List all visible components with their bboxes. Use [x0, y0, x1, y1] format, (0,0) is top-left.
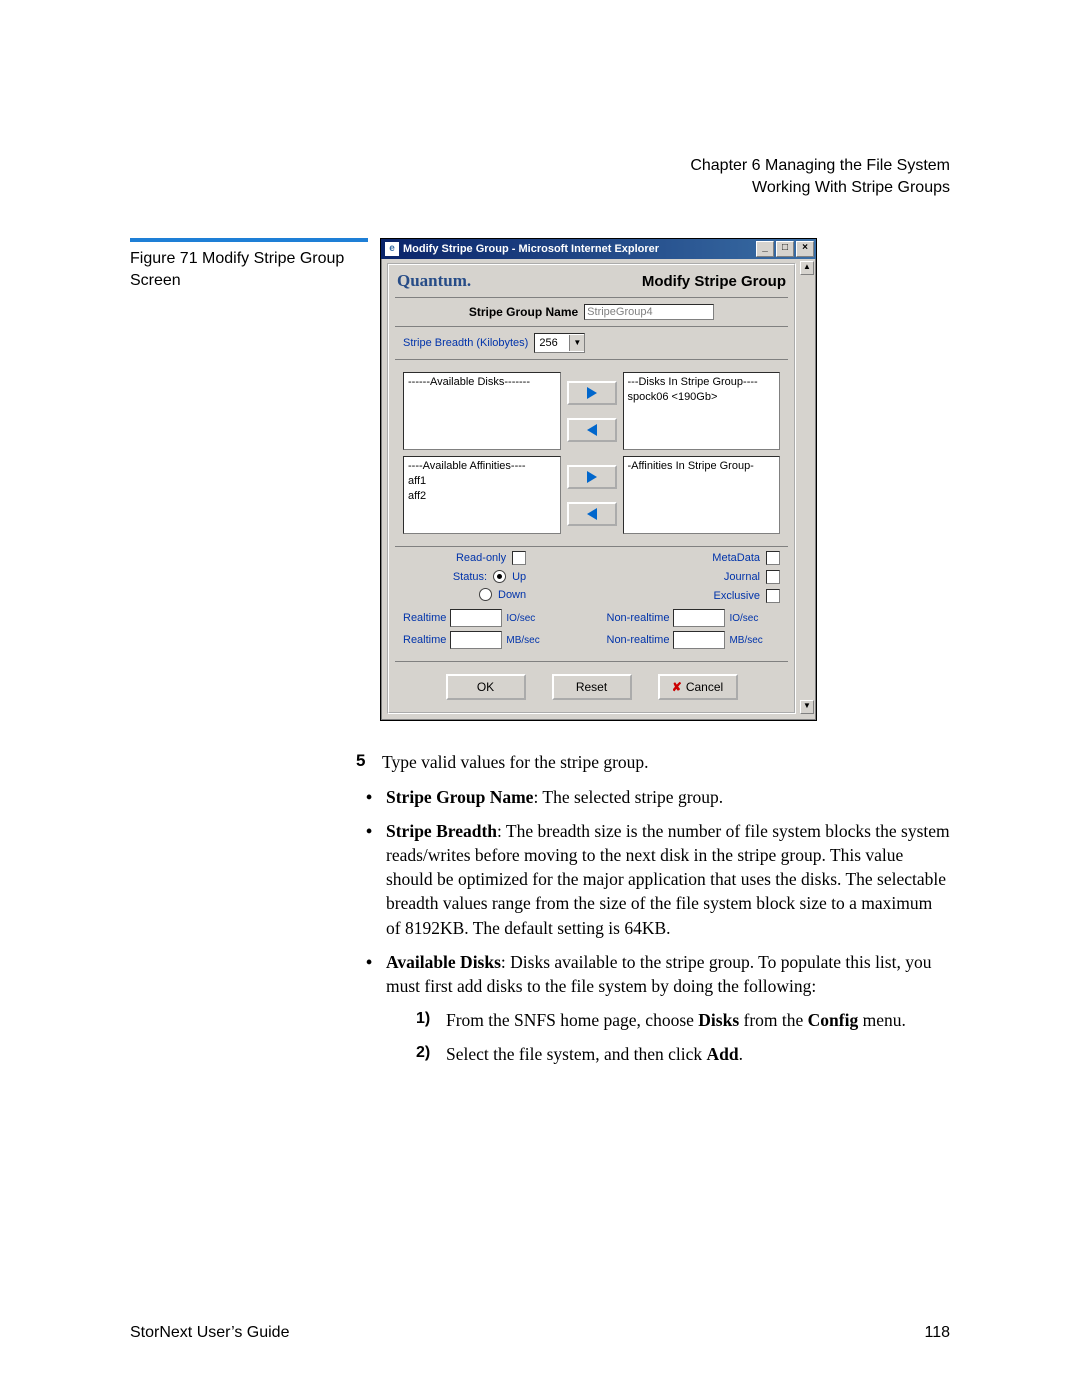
add-disk-button[interactable]: [567, 381, 617, 405]
nonrealtime-mb-label: Non-realtime: [607, 634, 670, 646]
substep-1: 1) From the SNFS home page, choose Disks…: [416, 1008, 950, 1032]
figure-caption: Figure 71 Modify Stripe Group Screen: [130, 248, 368, 291]
journal-label: Journal: [690, 571, 760, 583]
realtime-io-label: Realtime: [403, 612, 446, 624]
arrow-left-icon: [587, 424, 597, 436]
stripe-affinities-list[interactable]: -Affinities In Stripe Group-: [623, 456, 781, 534]
metadata-checkbox[interactable]: [766, 551, 780, 565]
substep-2: 2) Select the file system, and then clic…: [416, 1042, 950, 1066]
figure-rule: [130, 238, 368, 242]
footer-guide-name: StorNext User’s Guide: [130, 1324, 289, 1342]
nonrealtime-mbsec-input[interactable]: [673, 631, 725, 649]
available-affinities-header: ----Available Affinities----: [408, 459, 556, 474]
up-label: Up: [512, 571, 526, 583]
stripe-affinities-header: -Affinities In Stripe Group-: [628, 459, 776, 474]
reset-button[interactable]: Reset: [552, 674, 632, 700]
instruction-list: 5 Type valid values for the stripe group…: [356, 751, 950, 1066]
available-disks-header: ------Available Disks-------: [408, 375, 556, 390]
step-number-5: 5: [356, 751, 368, 775]
down-label: Down: [498, 589, 526, 601]
realtime-mb-label: Realtime: [403, 634, 446, 646]
section-title: Working With Stripe Groups: [130, 177, 950, 199]
breadth-select[interactable]: 256 ▼: [534, 333, 585, 353]
bullet-available-disks: Available Disks: Disks available to the …: [356, 950, 950, 1067]
available-affinities-list[interactable]: ----Available Affinities---- aff1 aff2: [403, 456, 561, 534]
breadth-label: Stripe Breadth (Kilobytes): [403, 337, 528, 349]
list-item[interactable]: aff2: [408, 489, 556, 504]
bullet-stripe-breadth: Stripe Breadth: The breadth size is the …: [356, 819, 950, 940]
list-item[interactable]: spock06 <190Gb>: [628, 390, 776, 405]
close-button[interactable]: ×: [796, 241, 814, 257]
exclusive-checkbox[interactable]: [766, 589, 780, 603]
ie-icon: e: [385, 242, 399, 256]
mbsec-unit: MB/sec: [729, 635, 762, 646]
step-text-5: Type valid values for the stripe group.: [382, 751, 649, 775]
page-number: 118: [924, 1324, 950, 1342]
readonly-checkbox[interactable]: [512, 551, 526, 565]
nonrealtime-iosec-input[interactable]: [673, 609, 725, 627]
quantum-logo: Quantum.: [397, 271, 471, 291]
arrow-right-icon: [587, 471, 597, 483]
status-up-radio[interactable]: [493, 570, 506, 583]
chapter-title: Chapter 6 Managing the File System: [130, 155, 950, 177]
list-item[interactable]: aff1: [408, 474, 556, 489]
readonly-label: Read-only: [436, 552, 506, 564]
ok-button[interactable]: OK: [446, 674, 526, 700]
name-label: Stripe Group Name: [469, 305, 578, 319]
remove-disk-button[interactable]: [567, 418, 617, 442]
disks-transfer: ------Available Disks------- ---Disks In…: [403, 372, 780, 450]
stripe-group-name-input[interactable]: [584, 304, 714, 320]
arrow-right-icon: [587, 387, 597, 399]
arrow-left-icon: [587, 508, 597, 520]
page-header: Chapter 6 Managing the File System Worki…: [130, 155, 950, 198]
metadata-label: MetaData: [690, 552, 760, 564]
iosec-unit: IO/sec: [506, 613, 535, 624]
available-disks-list[interactable]: ------Available Disks-------: [403, 372, 561, 450]
close-icon: ✘: [672, 680, 682, 694]
ie-window: e Modify Stripe Group - Microsoft Intern…: [380, 238, 817, 721]
realtime-mbsec-input[interactable]: [450, 631, 502, 649]
bullet-stripe-group-name: Stripe Group Name: The selected stripe g…: [356, 785, 950, 809]
status-label: Status:: [417, 571, 487, 583]
realtime-iosec-input[interactable]: [450, 609, 502, 627]
stripe-disks-list[interactable]: ---Disks In Stripe Group---- spock06 <19…: [623, 372, 781, 450]
breadth-value: 256: [535, 337, 569, 349]
nonrealtime-io-label: Non-realtime: [607, 612, 670, 624]
add-affinity-button[interactable]: [567, 465, 617, 489]
stripe-disks-header: ---Disks In Stripe Group----: [628, 375, 776, 390]
journal-checkbox[interactable]: [766, 570, 780, 584]
affinities-transfer: ----Available Affinities---- aff1 aff2 -…: [403, 456, 780, 534]
page-title: Modify Stripe Group: [642, 273, 786, 290]
exclusive-label: Exclusive: [690, 590, 760, 602]
cancel-button[interactable]: ✘Cancel: [658, 674, 738, 700]
status-down-radio[interactable]: [479, 588, 492, 601]
minimize-button[interactable]: _: [756, 241, 774, 257]
mbsec-unit: MB/sec: [506, 635, 539, 646]
ie-titlebar: e Modify Stripe Group - Microsoft Intern…: [381, 239, 816, 259]
maximize-button[interactable]: □: [776, 241, 794, 257]
ie-title-text: Modify Stripe Group - Microsoft Internet…: [403, 243, 659, 255]
iosec-unit: IO/sec: [729, 613, 758, 624]
remove-affinity-button[interactable]: [567, 502, 617, 526]
form-panel: Quantum. Modify Stripe Group Stripe Grou…: [387, 263, 796, 714]
chevron-down-icon: ▼: [569, 335, 584, 351]
